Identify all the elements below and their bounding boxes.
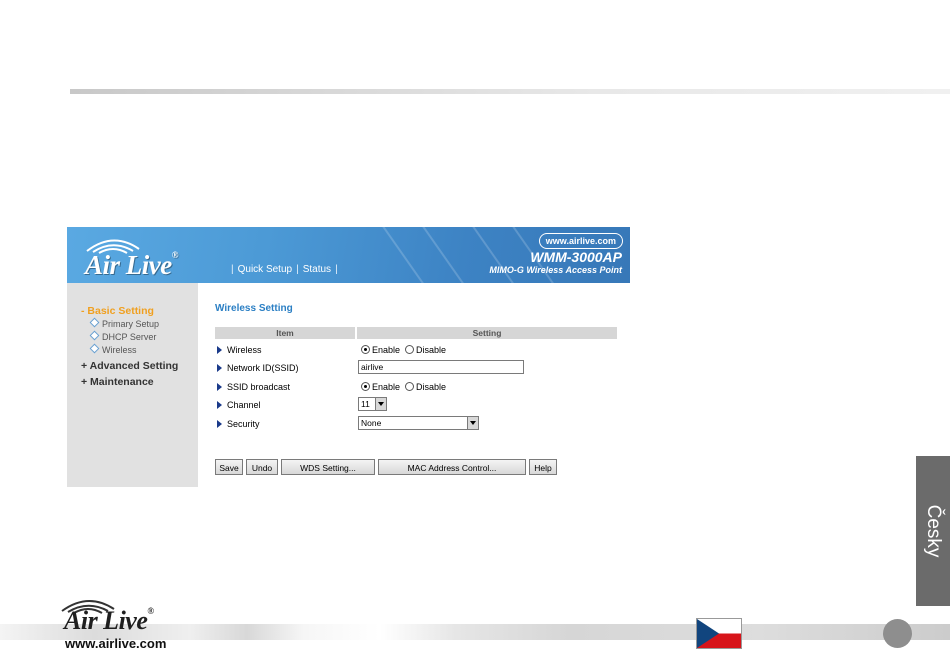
row-label-ssid-broadcast: SSID broadcast	[217, 382, 290, 392]
brand-name: Air Live	[85, 250, 172, 280]
diamond-icon	[89, 343, 100, 354]
model-name: WMM-3000AP	[530, 249, 622, 265]
wds-setting-button[interactable]: WDS Setting...	[281, 459, 375, 475]
chevron-down-icon	[467, 417, 478, 429]
main-content: Wireless Setting Item Setting Wireless E…	[215, 283, 630, 487]
triangle-right-icon	[217, 401, 222, 409]
broadcast-enable-radio[interactable]	[361, 382, 370, 391]
url-badge: www.airlive.com	[538, 233, 623, 249]
wireless-disable-radio[interactable]	[405, 345, 415, 354]
top-navigation: | Quick Setup | Status |	[231, 264, 338, 275]
mac-address-control-button[interactable]: MAC Address Control...	[378, 459, 526, 475]
diamond-icon	[89, 317, 100, 328]
row-label-wireless: Wireless	[217, 345, 262, 355]
nav-status[interactable]: Status	[303, 264, 331, 275]
footer-brand-name: Air Live	[64, 606, 148, 635]
diamond-icon	[89, 330, 100, 341]
triangle-right-icon	[217, 383, 222, 391]
security-select[interactable]: None	[358, 416, 479, 430]
header-item: Item	[215, 327, 355, 339]
sidebar-advanced-setting[interactable]: + Advanced Setting	[81, 360, 178, 372]
sidebar-item-primary-setup[interactable]: Primary Setup	[89, 317, 159, 329]
row-label-channel: Channel	[217, 400, 261, 410]
sidebar-item-wireless[interactable]: Wireless	[89, 343, 137, 355]
save-button[interactable]: Save	[215, 459, 243, 475]
airlive-logo: Air Live®	[83, 237, 213, 280]
triangle-right-icon	[217, 346, 222, 354]
channel-select[interactable]: 11	[358, 397, 387, 411]
ssid-input[interactable]: airlive	[358, 360, 524, 374]
router-screenshot: Air Live® | Quick Setup | Status | www.airli…	[67, 227, 630, 487]
sidebar: - Basic Setting Primary Setup DHCP Serve…	[67, 283, 198, 487]
row-label-ssid: Network ID(SSID)	[217, 363, 299, 373]
triangle-right-icon	[217, 420, 222, 428]
help-button[interactable]: Help	[529, 459, 557, 475]
sidebar-basic-setting[interactable]: - Basic Setting	[81, 305, 154, 317]
broadcast-disable-radio[interactable]	[405, 382, 415, 391]
top-divider	[70, 89, 950, 94]
broadcast-radio-group: Enable Disable	[361, 382, 446, 392]
sidebar-maintenance[interactable]: + Maintenance	[81, 376, 154, 388]
wireless-radio-group: Enable Disable	[361, 345, 446, 355]
language-tab: Česky	[916, 456, 950, 606]
model-subtitle: MIMO-G Wireless Access Point	[489, 265, 622, 275]
czech-flag-icon	[696, 618, 742, 649]
footer-url: www.airlive.com	[65, 636, 167, 651]
triangle-right-icon	[217, 364, 222, 372]
page-title: Wireless Setting	[215, 303, 293, 314]
sidebar-item-dhcp-server[interactable]: DHCP Server	[89, 330, 156, 342]
wireless-enable-radio[interactable]	[361, 345, 370, 354]
undo-button[interactable]: Undo	[246, 459, 278, 475]
header-setting: Setting	[357, 327, 617, 339]
page-number-circle	[883, 619, 912, 648]
language-label: Česky	[923, 504, 944, 558]
row-label-security: Security	[217, 419, 260, 429]
footer-logo: Air Live® www.airlive.com	[56, 598, 196, 654]
chevron-down-icon	[375, 398, 386, 410]
nav-quick-setup[interactable]: Quick Setup	[238, 264, 292, 275]
router-banner: Air Live® | Quick Setup | Status | www.airli…	[67, 227, 630, 283]
